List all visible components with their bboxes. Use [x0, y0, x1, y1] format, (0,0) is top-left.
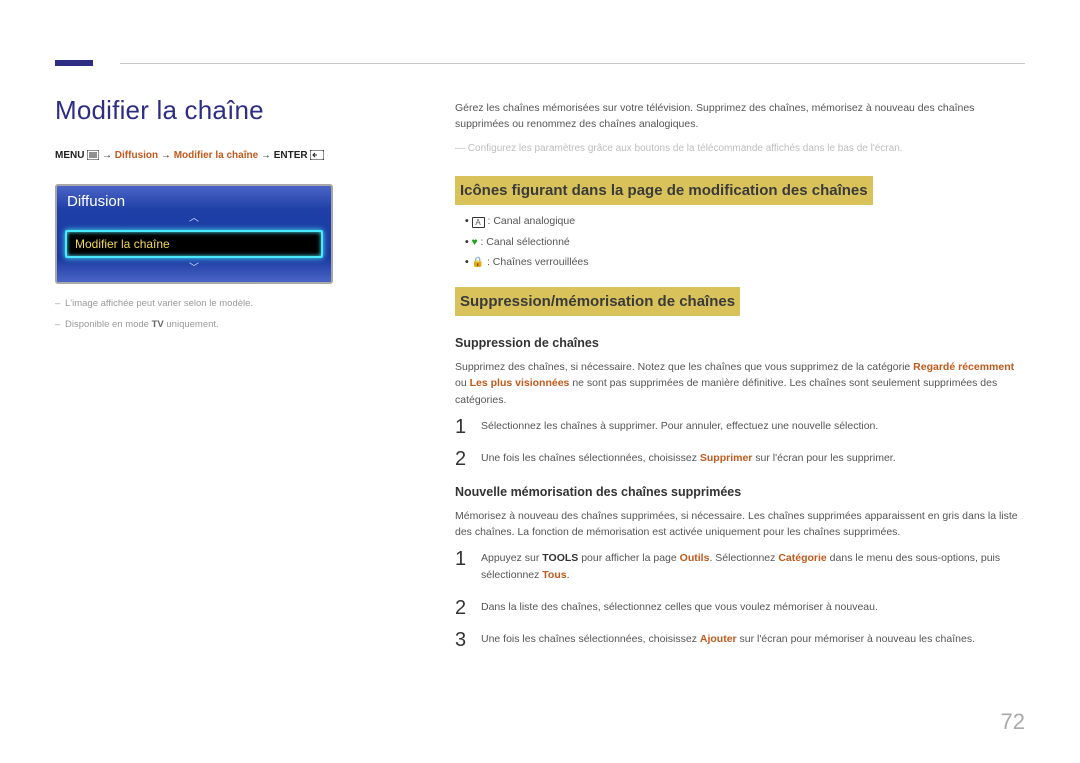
- bc-arrow1: →: [102, 150, 115, 161]
- delete-step-2: Une fois les chaînes sélectionnées, choi…: [455, 450, 1025, 466]
- restore-step-3: Une fois les chaînes sélectionnées, choi…: [455, 631, 1025, 647]
- delete-steps: Sélectionnez les chaînes à supprimer. Po…: [455, 418, 1025, 467]
- page: Modifier la chaîne MENU → Diffusion → Mo…: [0, 0, 1080, 763]
- legend-analog: A : Canal analogique: [465, 213, 1025, 229]
- delete-paragraph: Supprimez des chaînes, si nécessaire. No…: [455, 359, 1025, 408]
- captions: –L'image affichée peut varier selon le m…: [55, 298, 385, 330]
- a-box-icon: A: [472, 217, 485, 228]
- config-note: Configurez les paramètres grâce aux bout…: [455, 141, 1025, 157]
- left-column: Modifier la chaîne MENU → Diffusion → Mo…: [55, 95, 385, 340]
- subsection-restore-title: Nouvelle mémorisation des chaînes suppri…: [455, 483, 1025, 502]
- icon-legend-list: A : Canal analogique ♥ : Canal sélection…: [455, 213, 1025, 270]
- bc-arrow3: →: [258, 150, 274, 161]
- header-rule: [120, 63, 1025, 64]
- right-column: Gérez les chaînes mémorisées sur votre t…: [455, 100, 1025, 663]
- restore-step-1: Appuyez sur TOOLS pour afficher la page …: [455, 550, 1025, 583]
- intro-paragraph: Gérez les chaînes mémorisées sur votre t…: [455, 100, 1025, 133]
- subsection-delete-title: Suppression de chaînes: [455, 334, 1025, 353]
- chevron-down-icon: ﹀: [57, 264, 331, 276]
- restore-step-2: Dans la liste des chaînes, sélectionnez …: [455, 599, 1025, 615]
- caption-2: –Disponible en mode TV uniquement.: [55, 319, 385, 330]
- lock-icon: 🔒: [472, 257, 484, 268]
- restore-paragraph: Mémorisez à nouveau des chaînes supprimé…: [455, 508, 1025, 541]
- tv-menu-preview: Diffusion ︿ Modifier la chaîne ﹀: [55, 184, 333, 284]
- page-number: 72: [1001, 709, 1025, 735]
- bc-diffusion: Diffusion: [115, 150, 158, 161]
- tv-menu-selected-item: Modifier la chaîne: [65, 230, 323, 258]
- chevron-up-icon: ︿: [57, 214, 331, 226]
- menu-icon: [87, 150, 99, 166]
- enter-icon: [310, 150, 324, 166]
- legend-selected: ♥ : Canal sélectionné: [465, 234, 1025, 251]
- tv-menu-header: Diffusion: [57, 186, 331, 214]
- section-supp-mem-title: Suppression/mémorisation de chaînes: [455, 287, 740, 316]
- delete-step-1: Sélectionnez les chaînes à supprimer. Po…: [455, 418, 1025, 434]
- bc-arrow2: →: [158, 150, 174, 161]
- section-icons-title: Icônes figurant dans la page de modifica…: [455, 176, 873, 205]
- bc-menu: MENU: [55, 150, 84, 161]
- breadcrumb: MENU → Diffusion → Modifier la chaîne → …: [55, 148, 385, 166]
- page-title: Modifier la chaîne: [55, 95, 385, 126]
- caption-1: –L'image affichée peut varier selon le m…: [55, 298, 385, 309]
- legend-locked: 🔒 : Chaînes verrouillées: [465, 254, 1025, 271]
- bc-enter: ENTER: [274, 150, 308, 161]
- restore-steps: Appuyez sur TOOLS pour afficher la page …: [455, 550, 1025, 647]
- bc-modifier: Modifier la chaîne: [174, 150, 258, 161]
- accent-bar: [55, 60, 93, 66]
